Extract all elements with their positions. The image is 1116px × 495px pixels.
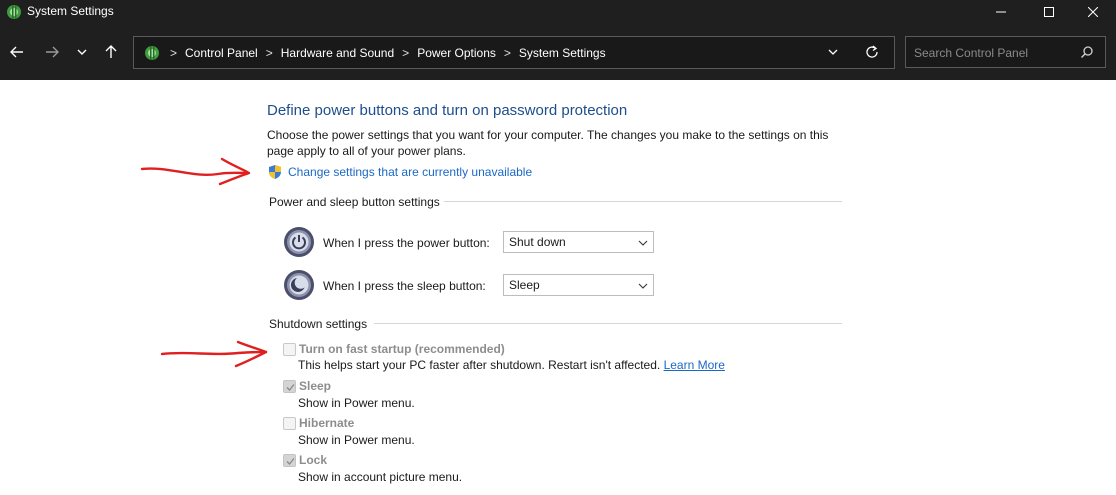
search-input[interactable]: [914, 45, 1074, 61]
power-button-icon: [284, 227, 314, 257]
breadcrumb-separator: >: [170, 46, 178, 60]
power-button-label: When I press the power button:: [323, 236, 490, 250]
page-title: Define power buttons and turn on passwor…: [267, 102, 628, 119]
search-icon[interactable]: [1080, 45, 1094, 59]
hibernate-option-title: Hibernate: [299, 416, 355, 430]
hibernate-checkbox[interactable]: [283, 417, 296, 430]
sleep-button-select[interactable]: Sleep: [503, 274, 654, 296]
group-divider: [374, 323, 842, 324]
breadcrumb-hardware-and-sound[interactable]: Hardware and Sound: [281, 45, 394, 61]
hibernate-option-description: Show in Power menu.: [298, 433, 415, 447]
power-button-select[interactable]: Shut down: [503, 231, 654, 253]
chevron-down-icon: [77, 49, 87, 55]
power-button-value: Shut down: [509, 235, 566, 249]
fast-startup-title: Turn on fast startup (recommended): [299, 342, 505, 356]
back-button[interactable]: [6, 41, 28, 63]
maximize-button[interactable]: [1026, 0, 1072, 24]
uac-shield-icon: [269, 165, 281, 179]
refresh-icon[interactable]: [864, 44, 880, 60]
learn-more-link[interactable]: Learn More: [664, 358, 725, 372]
fast-startup-description-text: This helps start your PC faster after sh…: [298, 358, 661, 372]
change-settings-link[interactable]: Change settings that are currently unava…: [288, 164, 532, 180]
sleep-button-icon: [284, 270, 314, 300]
control-panel-icon: [7, 5, 21, 19]
breadcrumb-separator[interactable]: >: [504, 46, 511, 60]
page-description: Choose the power settings that you want …: [267, 128, 829, 158]
sleep-option-title: Sleep: [299, 379, 332, 393]
breadcrumb-separator[interactable]: >: [266, 46, 273, 60]
checkmark-icon: [286, 458, 295, 465]
chevron-down-icon: [638, 283, 648, 289]
close-button[interactable]: [1070, 0, 1116, 24]
sleep-button-value: Sleep: [509, 278, 540, 292]
window-title: System Settings: [27, 4, 114, 18]
sleep-button-label: When I press the sleep button:: [323, 279, 486, 293]
group-divider: [444, 201, 842, 202]
breadcrumb-power-options[interactable]: Power Options: [417, 45, 496, 61]
breadcrumb-system-settings[interactable]: System Settings: [519, 45, 606, 61]
sleep-checkbox[interactable]: [283, 380, 296, 393]
red-arrow-annotation-icon: [140, 157, 251, 186]
sleep-option-description: Show in Power menu.: [298, 396, 415, 410]
search-box[interactable]: [905, 36, 1106, 68]
lock-option-title: Lock: [299, 453, 328, 467]
control-panel-icon: [145, 46, 159, 60]
shutdown-group-title: Shutdown settings: [269, 317, 368, 331]
minimize-icon: [996, 11, 1006, 13]
breadcrumb: > Control Panel > Hardware and Sound > P…: [144, 44, 606, 62]
recent-locations-button[interactable]: [71, 41, 93, 63]
breadcrumb-control-panel[interactable]: Control Panel: [185, 45, 258, 61]
minimize-button[interactable]: [978, 0, 1024, 24]
red-arrow-annotation-icon: [160, 340, 268, 368]
fast-startup-checkbox[interactable]: [283, 343, 296, 356]
fast-startup-description: This helps start your PC faster after sh…: [298, 358, 725, 373]
close-icon: [1088, 7, 1098, 17]
arrow-right-icon: [46, 46, 59, 58]
lock-checkbox[interactable]: [283, 454, 296, 467]
forward-button[interactable]: [41, 41, 63, 63]
arrow-up-icon: [105, 45, 117, 58]
address-bar[interactable]: > Control Panel > Hardware and Sound > P…: [133, 36, 895, 69]
title-bar: System Settings: [0, 0, 1116, 24]
lock-option-description: Show in account picture menu.: [298, 470, 463, 484]
breadcrumb-separator[interactable]: >: [402, 46, 409, 60]
chevron-down-icon[interactable]: [826, 45, 840, 59]
chevron-down-icon: [638, 240, 648, 246]
checkmark-icon: [286, 384, 295, 391]
power-buttons-group-title: Power and sleep button settings: [269, 195, 440, 209]
arrow-left-icon: [10, 46, 23, 58]
maximize-icon: [1044, 7, 1054, 17]
up-button[interactable]: [100, 41, 122, 63]
